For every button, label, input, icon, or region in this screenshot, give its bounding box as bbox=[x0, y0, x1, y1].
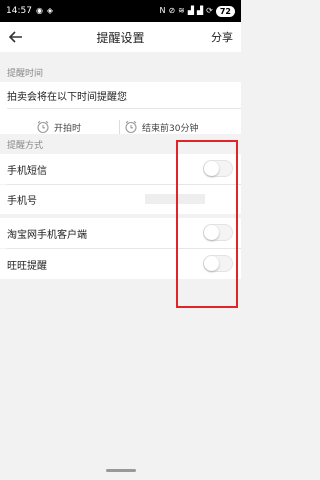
option-separator bbox=[119, 120, 120, 134]
status-time: 14:57 bbox=[6, 6, 32, 16]
divider bbox=[7, 108, 241, 109]
nav-bar: 提醒设置 分享 bbox=[0, 22, 241, 52]
chat-notification-icon: ◈ bbox=[46, 6, 54, 15]
reminder-hint: 拍卖会将在以下时间提醒您 bbox=[7, 92, 127, 103]
row-label: 淘宝网手机客户端 bbox=[7, 229, 87, 241]
signal-icon-2: ▟ bbox=[197, 6, 204, 15]
wifi-icon: ≋ bbox=[178, 6, 185, 15]
status-bar: 14:57 ◉ ◈ N ⊘ ≋ ▟ ▟ ⟳ 72 bbox=[0, 0, 241, 22]
row-label: 手机短信 bbox=[7, 165, 47, 177]
home-indicator[interactable] bbox=[106, 469, 136, 472]
alarm-clock-icon bbox=[37, 120, 49, 134]
page-title: 提醒设置 bbox=[96, 30, 145, 45]
row-label: 手机号 bbox=[7, 196, 37, 207]
highlight-annotation-box bbox=[176, 140, 238, 308]
battery-indicator: 72 bbox=[215, 5, 235, 17]
nfc-icon: N bbox=[159, 6, 166, 15]
time-option-label: 结束前30分钟 bbox=[142, 123, 199, 134]
back-arrow-icon bbox=[9, 31, 22, 43]
back-button[interactable] bbox=[6, 27, 26, 47]
mute-icon: ⊘ bbox=[168, 6, 176, 15]
time-option-label: 开拍时 bbox=[54, 123, 82, 134]
wechat-notification-icon: ◉ bbox=[35, 6, 43, 15]
share-button[interactable]: 分享 bbox=[211, 29, 233, 45]
sync-icon: ⟳ bbox=[206, 6, 213, 15]
signal-icon-1: ▟ bbox=[187, 6, 194, 15]
section-header-reminder-time: 提醒时间 bbox=[0, 62, 241, 82]
row-label: 旺旺提醒 bbox=[7, 260, 47, 272]
alarm-clock-icon bbox=[125, 120, 137, 134]
